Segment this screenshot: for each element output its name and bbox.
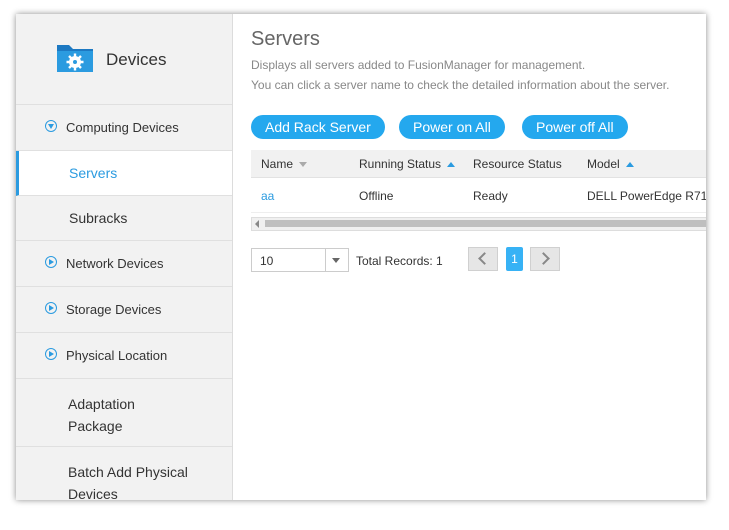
total-records: Total Records: 1 bbox=[356, 254, 443, 268]
sidebar-item-storage-devices[interactable]: Storage Devices bbox=[16, 287, 232, 333]
sort-asc-icon bbox=[447, 162, 456, 168]
chevron-down-icon[interactable] bbox=[325, 249, 348, 271]
column-header-resource-status[interactable]: Resource Status bbox=[473, 157, 562, 171]
page-size-select[interactable]: 10 bbox=[251, 248, 349, 272]
sort-asc-icon bbox=[625, 162, 634, 168]
sidebar-item-subracks[interactable]: Subracks bbox=[16, 196, 232, 241]
power-on-all-button[interactable]: Power on All bbox=[399, 115, 505, 139]
prev-page-button[interactable] bbox=[468, 247, 498, 271]
sort-desc-icon bbox=[299, 162, 308, 168]
column-header-label: Resource Status bbox=[473, 157, 562, 171]
table-row: aa Offline Ready DELL PowerEdge R710 bbox=[251, 178, 706, 213]
column-header-label: Running Status bbox=[359, 157, 442, 171]
add-rack-server-button[interactable]: Add Rack Server bbox=[251, 115, 385, 139]
sidebar-item-adaptation-package[interactable]: Adaptation Package bbox=[16, 379, 232, 447]
running-status-cell: Offline bbox=[359, 189, 394, 203]
table-header: Name Running Status Resource Status Mode… bbox=[251, 150, 706, 178]
column-header-name[interactable]: Name bbox=[261, 157, 308, 171]
sidebar-item-label: Physical Location bbox=[66, 348, 168, 363]
column-header-running-status[interactable]: Running Status bbox=[359, 157, 456, 171]
sidebar-title: Devices bbox=[106, 50, 167, 69]
servers-table: Name Running Status Resource Status Mode… bbox=[251, 150, 706, 213]
collapsed-arrow-icon bbox=[45, 348, 57, 360]
page-size-value: 10 bbox=[260, 254, 274, 268]
scrollbar-thumb[interactable] bbox=[265, 220, 706, 227]
resource-status-cell: Ready bbox=[473, 189, 508, 203]
sidebar-item-label: Subracks bbox=[69, 210, 128, 226]
sidebar-item-label: Servers bbox=[69, 165, 118, 181]
server-name-link[interactable]: aa bbox=[261, 189, 274, 203]
scroll-left-icon[interactable] bbox=[255, 220, 259, 228]
sidebar-item-servers[interactable]: Servers bbox=[16, 151, 232, 196]
expanded-arrow-icon bbox=[45, 120, 57, 132]
sidebar-item-label: Batch Add Physical Devices bbox=[68, 464, 188, 500]
devices-folder-icon bbox=[57, 45, 93, 72]
horizontal-scrollbar[interactable] bbox=[251, 217, 706, 231]
column-header-label: Model bbox=[587, 157, 620, 171]
collapsed-arrow-icon bbox=[45, 256, 57, 268]
sidebar-item-computing-devices[interactable]: Computing Devices bbox=[16, 105, 232, 151]
column-header-label: Name bbox=[261, 157, 294, 171]
model-cell: DELL PowerEdge R710 bbox=[587, 189, 706, 203]
sidebar-item-batch-add[interactable]: Batch Add Physical Devices bbox=[16, 447, 232, 500]
next-page-button[interactable] bbox=[530, 247, 560, 271]
column-header-model[interactable]: Model bbox=[587, 157, 634, 171]
page-description-line2: You can click a server name to check the… bbox=[251, 78, 670, 92]
page-title: Servers bbox=[251, 28, 320, 50]
chevron-right-icon bbox=[537, 252, 550, 265]
sidebar-header: Devices bbox=[16, 14, 232, 105]
sidebar-item-label: Computing Devices bbox=[66, 120, 179, 135]
collapsed-arrow-icon bbox=[45, 302, 57, 314]
sidebar-item-label: Adaptation Package bbox=[68, 396, 135, 434]
page-description-line1: Displays all servers added to FusionMana… bbox=[251, 58, 586, 72]
sidebar-item-label: Network Devices bbox=[66, 256, 164, 271]
power-off-all-button[interactable]: Power off All bbox=[522, 115, 628, 139]
app-window: Devices Computing Devices Servers Subrac… bbox=[16, 14, 706, 500]
main-content: Servers Displays all servers added to Fu… bbox=[233, 14, 706, 500]
sidebar: Devices Computing Devices Servers Subrac… bbox=[16, 14, 233, 500]
chevron-left-icon bbox=[478, 252, 491, 265]
sidebar-item-physical-location[interactable]: Physical Location bbox=[16, 333, 232, 379]
page-number-current[interactable]: 1 bbox=[506, 247, 523, 271]
sidebar-item-label: Storage Devices bbox=[66, 302, 162, 317]
sidebar-item-network-devices[interactable]: Network Devices bbox=[16, 241, 232, 287]
